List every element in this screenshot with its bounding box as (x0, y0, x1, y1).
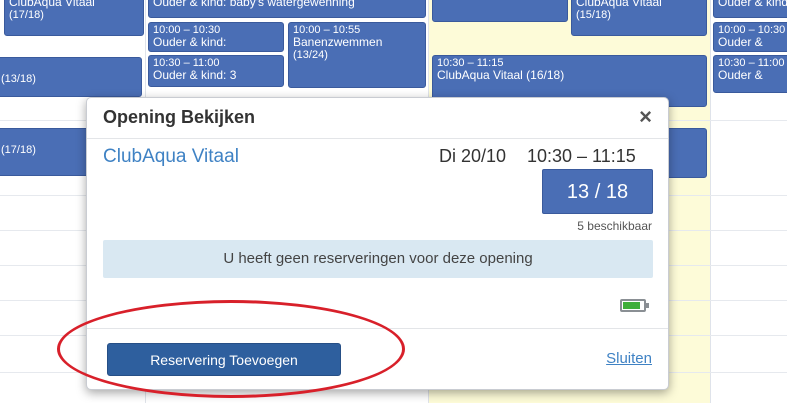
close-icon[interactable]: × (639, 105, 652, 129)
opening-details-modal: Opening Bekijken × ClubAqua Vitaal Di 20… (86, 97, 669, 390)
modal-title: Opening Bekijken (103, 107, 256, 127)
capacity-badge: 13 / 18 (542, 169, 653, 214)
opening-date: Di 20/10 (439, 146, 507, 166)
add-reservation-button[interactable]: Reservering Toevoegen (107, 343, 341, 376)
calendar-event[interactable]: (13/18) (0, 57, 142, 97)
calendar-event[interactable]: 10:00 – 10:55 Banenzwemmen (13/24) (288, 22, 426, 88)
calendar-event[interactable]: 10:00 – 10:30 Ouder & kind: (148, 22, 284, 52)
event-title: Ouder & (718, 35, 763, 49)
calendar-event[interactable]: 10:00 – 10:30 Ouder & (713, 22, 787, 52)
event-count: (17/18) (1, 144, 36, 156)
availability-text: 5 beschikbaar (577, 219, 652, 233)
battery-icon (620, 299, 649, 312)
calendar-event[interactable]: ClubAqua Vitaal (15/18) (571, 0, 707, 36)
event-count: (15/18) (576, 9, 611, 21)
battery-level (623, 302, 640, 309)
activity-name-link[interactable]: ClubAqua Vitaal (103, 146, 239, 168)
calendar-event[interactable]: ClubAqua Vitaal (17/18) (4, 0, 144, 36)
event-title: Ouder & (718, 68, 763, 82)
no-reservations-banner: U heeft geen reserveringen voor deze ope… (103, 240, 653, 278)
event-title: ClubAqua Vitaal (16/18) (437, 68, 565, 82)
event-count: (13/24) (293, 49, 328, 61)
calendar-event[interactable]: Ouder & kind: baby's watergewenning (148, 0, 426, 18)
calendar-event[interactable] (432, 0, 568, 22)
event-count: (13/18) (1, 73, 36, 85)
modal-header: Opening Bekijken × (87, 98, 668, 139)
modal-footer: Reservering Toevoegen Sluiten (87, 328, 668, 389)
event-title: ClubAqua Vitaal (576, 0, 662, 9)
calendar-event[interactable]: (17/18) (0, 128, 92, 176)
event-title: Ouder & kind: 3 (153, 68, 237, 82)
event-count: (17/18) (9, 9, 44, 21)
close-link[interactable]: Sluiten (606, 350, 652, 367)
day-column-divider (710, 0, 711, 403)
event-title: Ouder & kind (718, 0, 787, 9)
opening-time: 10:30 – 11:15 (527, 146, 636, 166)
calendar-event[interactable]: Ouder & kind (713, 0, 787, 18)
calendar-event[interactable]: 10:30 – 11:00 Ouder & kind: 3 (148, 55, 284, 87)
event-title: Banenzwemmen (293, 35, 383, 49)
event-title: Ouder & kind: baby's watergewenning (153, 0, 355, 9)
event-title: Ouder & kind: (153, 35, 227, 49)
calendar-event[interactable]: 10:30 – 11:00 Ouder & (713, 55, 787, 93)
event-title: ClubAqua Vitaal (9, 0, 95, 9)
